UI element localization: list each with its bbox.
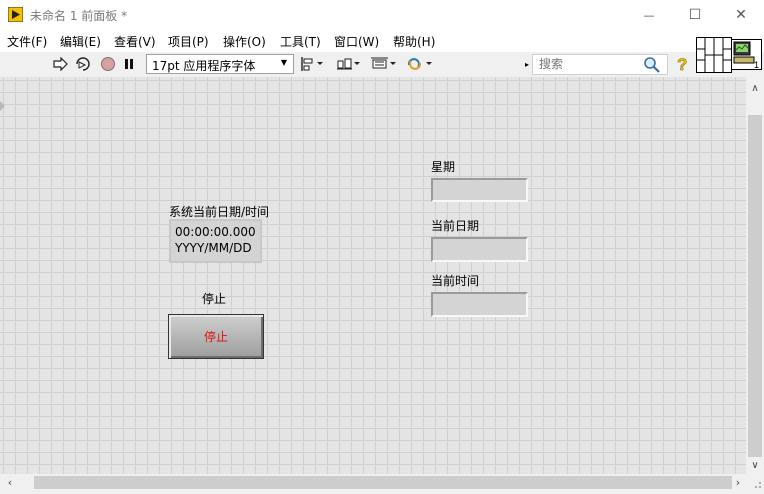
- stop-button-label: 停止: [202, 292, 227, 306]
- panel-origin-marker-icon: [0, 101, 5, 111]
- scroll-up-button[interactable]: ∧: [748, 80, 762, 96]
- title-bar: 未命名 1 前面板 * — ☐ ✕: [0, 0, 764, 30]
- chevron-left-icon: ‹: [7, 476, 13, 489]
- font-select-value: 17pt 应用程序字体: [152, 59, 256, 73]
- search-options-toggle[interactable]: ▸: [522, 55, 532, 73]
- weekday-indicator-label: 星期: [431, 160, 456, 174]
- distribute-objects-button[interactable]: [336, 55, 362, 73]
- toolbar: 17pt 应用程序字体 ▼ ▸ 搜索 ?: [0, 52, 696, 77]
- close-icon: ✕: [735, 7, 747, 23]
- run-arrow-icon: [53, 57, 68, 71]
- align-objects-icon: [301, 57, 323, 71]
- menu-operate[interactable]: 操作(O): [223, 33, 266, 50]
- front-panel[interactable]: 系统当前日期/时间 00:00:00.000 YYYY/MM/DD 停止 停止 …: [0, 77, 746, 474]
- chevron-right-icon: ▸: [524, 59, 529, 69]
- chevron-right-icon: ›: [735, 476, 741, 489]
- weekday-indicator: [431, 178, 528, 202]
- vertical-scrollbar-thumb[interactable]: [748, 115, 762, 457]
- pause-icon: [125, 59, 133, 69]
- run-continuously-icon: [76, 57, 90, 71]
- scroll-left-button[interactable]: ‹: [3, 475, 17, 490]
- minimize-button[interactable]: —: [626, 0, 672, 30]
- datetime-indicator-label: 系统当前日期/时间: [169, 205, 270, 219]
- datetime-time-line: 00:00:00.000: [175, 225, 256, 239]
- scroll-right-button[interactable]: ›: [731, 475, 745, 490]
- font-select[interactable]: 17pt 应用程序字体 ▼: [146, 54, 294, 74]
- scroll-down-button[interactable]: ∨: [748, 457, 762, 473]
- close-button[interactable]: ✕: [718, 0, 764, 30]
- chevron-up-icon: ∧: [751, 82, 759, 94]
- menu-bar: 文件(F) 编辑(E) 查看(V) 项目(P) 操作(O) 工具(T) 窗口(W…: [0, 30, 764, 52]
- run-button[interactable]: [52, 55, 70, 73]
- resize-grip-icon: [755, 482, 761, 488]
- context-help-button[interactable]: ?: [674, 55, 690, 73]
- maximize-icon: ☐: [688, 7, 702, 23]
- menu-edit[interactable]: 编辑(E): [60, 33, 101, 50]
- chevron-down-icon: ∨: [751, 459, 759, 471]
- chevron-down-icon: ▼: [280, 58, 287, 67]
- minimize-icon: —: [643, 8, 655, 22]
- menu-tools[interactable]: 工具(T): [280, 33, 321, 50]
- current-date-indicator: [431, 237, 528, 262]
- search-icon[interactable]: [643, 56, 661, 74]
- datetime-date-line: YYYY/MM/DD: [175, 241, 252, 255]
- run-continuously-button[interactable]: [74, 55, 92, 73]
- reorder-icon: [407, 58, 432, 70]
- abort-icon: [101, 57, 115, 71]
- datetime-indicator: 00:00:00.000 YYYY/MM/DD: [169, 219, 262, 263]
- resize-grip[interactable]: [746, 474, 764, 491]
- menu-help[interactable]: 帮助(H): [393, 33, 435, 50]
- menu-window[interactable]: 窗口(W): [334, 33, 379, 50]
- horizontal-scrollbar-thumb[interactable]: [34, 476, 732, 489]
- pause-button[interactable]: [122, 55, 136, 73]
- menu-file[interactable]: 文件(F): [7, 33, 47, 50]
- connector-pane-icon[interactable]: [696, 37, 732, 73]
- maximize-button[interactable]: ☐: [672, 0, 718, 30]
- menu-view[interactable]: 查看(V): [114, 33, 156, 50]
- svg-text:?: ?: [677, 55, 687, 73]
- svg-text:1: 1: [754, 60, 759, 70]
- window-title: 未命名 1 前面板 *: [30, 9, 128, 23]
- resize-objects-button[interactable]: [370, 55, 398, 73]
- menu-project[interactable]: 项目(P): [168, 33, 209, 50]
- stop-button-text: 停止: [203, 330, 228, 344]
- help-icon: ?: [677, 55, 688, 73]
- resize-objects-icon: [371, 57, 396, 69]
- search-box[interactable]: [532, 54, 668, 75]
- reorder-button[interactable]: [406, 55, 434, 73]
- search-input[interactable]: [539, 56, 639, 72]
- current-time-indicator-label: 当前时间: [431, 274, 480, 288]
- current-time-indicator: [431, 292, 528, 317]
- stop-button[interactable]: 停止: [168, 314, 264, 359]
- align-objects-button[interactable]: [300, 55, 326, 73]
- distribute-objects-icon: [337, 58, 360, 70]
- labview-app-icon: [8, 7, 23, 22]
- abort-button[interactable]: [100, 55, 116, 73]
- current-date-indicator-label: 当前日期: [431, 219, 480, 233]
- vi-icon[interactable]: 1: [731, 39, 762, 70]
